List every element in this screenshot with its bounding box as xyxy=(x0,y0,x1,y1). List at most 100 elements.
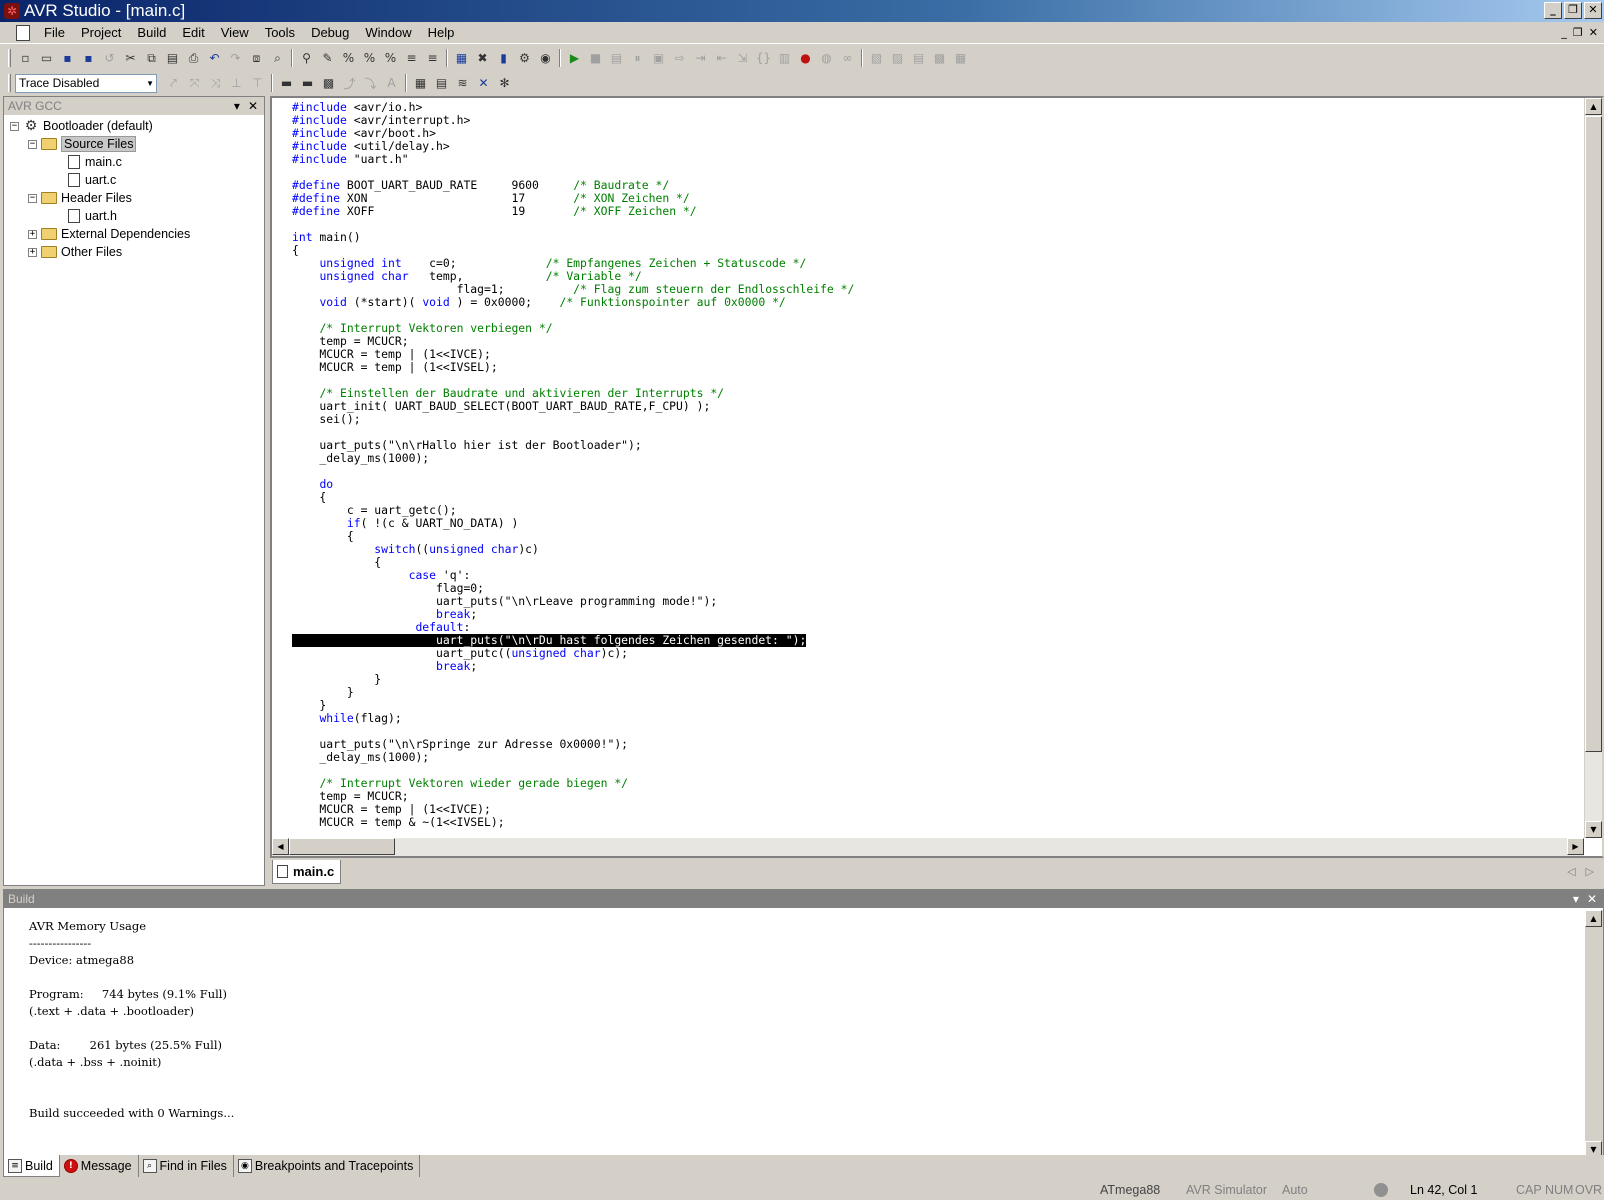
step-into-icon[interactable]: ⇨ xyxy=(669,48,690,69)
calendar-icon[interactable]: ▦ xyxy=(410,73,431,94)
hscroll-thumb[interactable] xyxy=(289,838,395,855)
toolbar-grip[interactable] xyxy=(8,49,11,67)
code-line[interactable]: /* Interrupt Vektoren wieder gerade bieg… xyxy=(292,777,1532,790)
step-out-icon[interactable]: ⇤ xyxy=(711,48,732,69)
paste-icon[interactable]: ▤ xyxy=(162,48,183,69)
find-in-files-icon[interactable]: ⌕ xyxy=(267,48,288,69)
undo-disabled-icon[interactable]: ↺ xyxy=(99,48,120,69)
code-line[interactable]: uart_init( UART_BAUD_SELECT(BOOT_UART_BA… xyxy=(292,400,1532,413)
redo-icon[interactable]: ↷ xyxy=(225,48,246,69)
code-line[interactable]: break; xyxy=(292,660,1532,673)
menu-project[interactable]: Project xyxy=(73,25,129,40)
scroll-left-icon[interactable]: ◀ xyxy=(272,838,289,855)
code-line[interactable]: uart_putc((unsigned char)c); xyxy=(292,647,1532,660)
expand-icon[interactable]: + xyxy=(28,229,37,239)
code-line[interactable]: MCUCR = temp | (1<<IVSEL); xyxy=(292,361,1532,374)
tree-item-uart-h[interactable]: uart.h xyxy=(4,207,264,225)
tree-item-project[interactable]: − ⚙ Bootloader (default) xyxy=(4,117,264,135)
tab-breakpoints[interactable]: ◉ Breakpoints and Tracepoints xyxy=(234,1155,421,1177)
code-line[interactable]: } xyxy=(292,699,1532,712)
scroll-up-icon[interactable]: ▲ xyxy=(1585,910,1602,927)
compile-icon[interactable]: ✖ xyxy=(472,48,493,69)
editor-horizontal-scrollbar[interactable]: ◀ ▶ xyxy=(272,838,1584,856)
run-to-cursor-icon[interactable]: ⇲ xyxy=(732,48,753,69)
code-line[interactable]: /* Interrupt Vektoren verbiegen */ xyxy=(292,322,1532,335)
menu-build[interactable]: Build xyxy=(129,25,174,40)
tree-item-external-dependencies[interactable]: + External Dependencies xyxy=(4,225,264,243)
code-line[interactable]: #include <util/delay.h> xyxy=(292,140,1532,153)
restore-button[interactable]: ❐ xyxy=(1564,2,1582,19)
locals-window-icon[interactable]: ▨ xyxy=(887,48,908,69)
run-icon[interactable]: ▶ xyxy=(564,48,585,69)
new-file-icon[interactable]: ▫ xyxy=(15,48,36,69)
auto-connect-icon[interactable]: A xyxy=(381,73,402,94)
connect-icon[interactable]: ⤴ xyxy=(339,73,360,94)
tab-message[interactable]: ! Message xyxy=(60,1155,139,1177)
code-line[interactable]: switch((unsigned char)c) xyxy=(292,543,1532,556)
panel-close-icon[interactable]: ✕ xyxy=(248,99,258,113)
panel-close-icon[interactable]: ✕ xyxy=(1587,892,1597,906)
trace-toggle-icon[interactable]: ⤤ xyxy=(163,73,184,94)
toolbar-grip-2[interactable] xyxy=(8,74,11,92)
tab-build[interactable]: ≡ Build xyxy=(3,1155,60,1177)
tree-item-header-files[interactable]: − Header Files xyxy=(4,189,264,207)
code-line[interactable]: if( !(c & UART_NO_DATA) ) xyxy=(292,517,1532,530)
menu-tools[interactable]: Tools xyxy=(257,25,303,40)
find-icon[interactable]: ⚲ xyxy=(296,48,317,69)
tab-main-c[interactable]: main.c xyxy=(272,860,342,884)
code-line[interactable]: uart_puts("\n\rLeave programming mode!")… xyxy=(292,595,1532,608)
code-line[interactable]: #include "uart.h" xyxy=(292,153,1532,166)
outdent-icon[interactable]: ≡ xyxy=(422,48,443,69)
menu-window[interactable]: Window xyxy=(357,25,419,40)
code-line[interactable]: } xyxy=(292,673,1532,686)
scroll-thumb[interactable] xyxy=(1585,116,1602,752)
scroll-up-icon[interactable]: ▲ xyxy=(1585,98,1602,115)
code-line[interactable]: sei(); xyxy=(292,413,1532,426)
trace-down-icon[interactable]: ⊥ xyxy=(226,73,247,94)
mdi-close-icon[interactable]: ✕ xyxy=(1589,26,1598,39)
step-over-icon[interactable]: ⇥ xyxy=(690,48,711,69)
cut-icon[interactable]: ✂ xyxy=(120,48,141,69)
prev-bookmark-icon[interactable]: % xyxy=(380,48,401,69)
code-line[interactable]: break; xyxy=(292,608,1532,621)
code-line[interactable]: _delay_ms(1000); xyxy=(292,452,1532,465)
tree-item-uart-c[interactable]: uart.c xyxy=(4,171,264,189)
code-line[interactable]: int main() xyxy=(292,231,1532,244)
tab-prev-icon[interactable]: ◁ xyxy=(1567,865,1575,878)
tree-item-main-c[interactable]: main.c xyxy=(4,153,264,171)
document-menu-icon[interactable] xyxy=(16,24,30,41)
collapse-icon[interactable]: − xyxy=(10,121,19,131)
watch-window-icon[interactable]: ▧ xyxy=(866,48,887,69)
stop-debug-icon[interactable]: ■ xyxy=(585,48,606,69)
menu-debug[interactable]: Debug xyxy=(303,25,357,40)
scroll-down-icon[interactable]: ▼ xyxy=(1585,821,1602,838)
code-line[interactable]: uart_puts("\n\rHallo hier ist der Bootlo… xyxy=(292,439,1532,452)
trace-mode-select[interactable]: Trace Disabled ▼ xyxy=(15,73,157,93)
chip-icon[interactable]: ▩ xyxy=(318,73,339,94)
trace-clear-icon[interactable]: ⤧ xyxy=(184,73,205,94)
code-line[interactable]: _delay_ms(1000); xyxy=(292,751,1532,764)
menu-edit[interactable]: Edit xyxy=(174,25,212,40)
code-line[interactable]: { xyxy=(292,556,1532,569)
indent-icon[interactable]: ≡ xyxy=(401,48,422,69)
io-view-icon[interactable]: ▤ xyxy=(431,73,452,94)
code-line[interactable]: { xyxy=(292,491,1532,504)
settings-gear-icon[interactable]: ✻ xyxy=(494,73,515,94)
print-icon[interactable]: ⎙ xyxy=(183,48,204,69)
code-line[interactable]: #define XOFF 19 /* XOFF Zeichen */ xyxy=(292,205,1532,218)
editor-vertical-scrollbar[interactable]: ▲ ▼ xyxy=(1584,98,1602,838)
save-all-icon[interactable]: ▪ xyxy=(78,48,99,69)
code-line[interactable]: uart_puts("\n\rSpringe zur Adresse 0x000… xyxy=(292,738,1532,751)
code-line[interactable]: #include <avr/interrupt.h> xyxy=(292,114,1532,127)
copy-icon[interactable]: ⧉ xyxy=(141,48,162,69)
scroll-right-icon[interactable]: ▶ xyxy=(1567,838,1584,855)
quickwatch-icon[interactable]: ∞ xyxy=(837,48,858,69)
mdi-minimize-icon[interactable]: _ xyxy=(1561,26,1567,39)
undo-icon[interactable]: ↶ xyxy=(204,48,225,69)
save-icon[interactable]: ▪ xyxy=(57,48,78,69)
expand-icon[interactable]: + xyxy=(28,247,37,257)
bookmark-icon[interactable]: ✎ xyxy=(317,48,338,69)
stack-icon[interactable]: ≋ xyxy=(452,73,473,94)
toggle-bookmark-icon[interactable]: % xyxy=(338,48,359,69)
code-line[interactable] xyxy=(292,465,1532,478)
